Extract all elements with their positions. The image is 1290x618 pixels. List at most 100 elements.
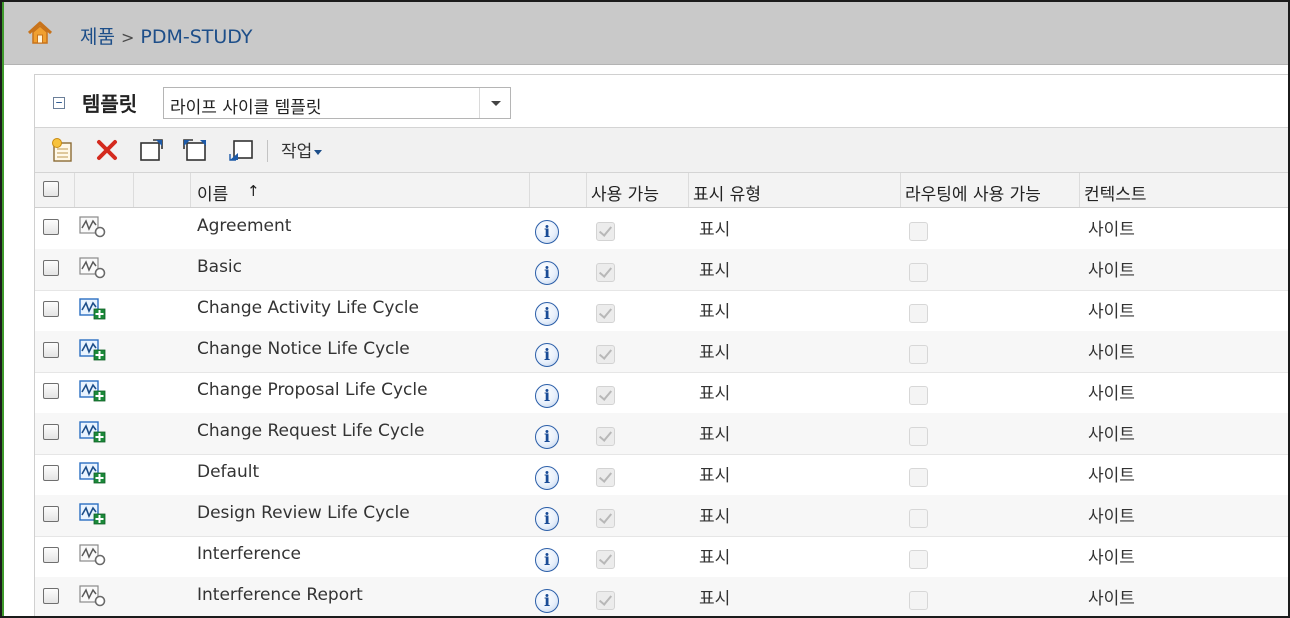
- display-type-value: 표시: [699, 261, 731, 281]
- checkmark-icon: [598, 305, 613, 319]
- new-template-icon[interactable]: [49, 136, 77, 164]
- enabled-checkbox: [596, 550, 615, 569]
- table-row[interactable]: Change Notice Life Cycle i 표시 사이트: [35, 331, 1288, 373]
- info-icon[interactable]: i: [535, 261, 559, 285]
- info-icon[interactable]: i: [535, 466, 559, 490]
- checkmark-icon: [598, 469, 613, 483]
- save-as-icon[interactable]: [227, 136, 255, 164]
- header-context[interactable]: 컨텍스트: [1080, 173, 1288, 207]
- routing-checkbox: [909, 591, 928, 610]
- info-icon[interactable]: i: [535, 343, 559, 367]
- breadcrumb-root-link[interactable]: 제품: [80, 26, 115, 48]
- table-row[interactable]: Change Proposal Life Cycle i 표시 사이트: [35, 372, 1288, 414]
- info-icon[interactable]: i: [535, 220, 559, 244]
- enabled-checkbox: [596, 263, 615, 282]
- table-row[interactable]: Change Activity Life Cycle i 표시 사이트: [35, 290, 1288, 332]
- caret-down-icon: [314, 149, 323, 155]
- table-header: 이름 ↑ 사용 가능 표시 유형 라우팅에 사용 가능 컨텍스트: [35, 173, 1288, 208]
- header-routing[interactable]: 라우팅에 사용 가능: [901, 173, 1080, 207]
- breadcrumb-current[interactable]: PDM-STUDY: [140, 26, 252, 48]
- export-icon[interactable]: [137, 136, 165, 164]
- display-type-value: 표시: [699, 507, 731, 527]
- template-name-link[interactable]: Default: [197, 462, 259, 482]
- table-row[interactable]: Change Request Life Cycle i 표시 사이트: [35, 413, 1288, 455]
- routing-checkbox: [909, 509, 928, 528]
- template-name-link[interactable]: Basic: [197, 257, 242, 277]
- lifecycle-advanced-icon: [79, 338, 107, 362]
- template-name-link[interactable]: Change Activity Life Cycle: [197, 298, 419, 318]
- template-name-link[interactable]: Design Review Life Cycle: [197, 503, 410, 523]
- lifecycle-basic-icon: [79, 256, 107, 280]
- table-row[interactable]: Basic i 표시 사이트: [35, 249, 1288, 291]
- header-icon-cell: [75, 173, 134, 207]
- header-display-type[interactable]: 표시 유형: [689, 173, 901, 207]
- row-checkbox[interactable]: [43, 260, 59, 276]
- template-name-link[interactable]: Change Request Life Cycle: [197, 421, 424, 441]
- info-icon[interactable]: i: [535, 425, 559, 449]
- row-checkbox[interactable]: [43, 383, 59, 399]
- enabled-checkbox: [596, 427, 615, 446]
- table-row[interactable]: Agreement i 표시 사이트: [35, 208, 1288, 250]
- enabled-checkbox: [596, 222, 615, 241]
- info-icon[interactable]: i: [535, 589, 559, 613]
- select-all-cell: [35, 173, 75, 207]
- toolbar-separator: [267, 140, 268, 162]
- template-dropdown[interactable]: 라이프 사이클 템플릿: [163, 87, 511, 119]
- row-checkbox[interactable]: [43, 547, 59, 563]
- checkmark-icon: [598, 551, 613, 565]
- row-checkbox[interactable]: [43, 506, 59, 522]
- routing-checkbox: [909, 304, 928, 323]
- display-type-value: 표시: [699, 589, 731, 609]
- info-icon[interactable]: i: [535, 548, 559, 572]
- display-type-value: 표시: [699, 343, 731, 363]
- delete-icon[interactable]: [93, 136, 121, 164]
- table-row[interactable]: Interference Report i 표시 사이트: [35, 577, 1288, 616]
- routing-checkbox: [909, 427, 928, 446]
- enabled-checkbox: [596, 468, 615, 487]
- routing-checkbox: [909, 345, 928, 364]
- routing-checkbox: [909, 386, 928, 405]
- enabled-checkbox: [596, 509, 615, 528]
- template-panel: − 템플릿 라이프 사이클 템플릿 작업 이름 ↑ 사용 가능 표시 유형 라우…: [34, 74, 1288, 616]
- row-checkbox[interactable]: [43, 588, 59, 604]
- header-display-type-label: 표시 유형: [693, 185, 761, 205]
- template-name-link[interactable]: Change Proposal Life Cycle: [197, 380, 428, 400]
- info-icon[interactable]: i: [535, 507, 559, 531]
- table-row[interactable]: Design Review Life Cycle i 표시 사이트: [35, 495, 1288, 537]
- checkmark-icon: [598, 510, 613, 524]
- table-row[interactable]: Interference i 표시 사이트: [35, 536, 1288, 578]
- routing-checkbox: [909, 468, 928, 487]
- template-name-link[interactable]: Agreement: [197, 216, 291, 236]
- header-name[interactable]: 이름 ↑: [191, 173, 530, 207]
- row-checkbox[interactable]: [43, 424, 59, 440]
- header-routing-label: 라우팅에 사용 가능: [905, 185, 1041, 205]
- context-value: 사이트: [1088, 507, 1135, 527]
- template-name-link[interactable]: Change Notice Life Cycle: [197, 339, 410, 359]
- row-checkbox[interactable]: [43, 219, 59, 235]
- template-name-link[interactable]: Interference Report: [197, 585, 363, 605]
- lifecycle-advanced-icon: [79, 297, 107, 321]
- window-accent-bar: [2, 2, 4, 616]
- collapse-icon[interactable]: −: [53, 97, 65, 109]
- routing-checkbox: [909, 222, 928, 241]
- header-info-cell: [530, 173, 587, 207]
- template-name-link[interactable]: Interference: [197, 544, 301, 564]
- lifecycle-advanced-icon: [79, 461, 107, 485]
- dropdown-arrow-button[interactable]: [479, 88, 510, 118]
- import-icon[interactable]: [181, 136, 209, 164]
- select-all-checkbox[interactable]: [43, 181, 59, 197]
- table-row[interactable]: Default i 표시 사이트: [35, 454, 1288, 496]
- info-icon[interactable]: i: [535, 384, 559, 408]
- display-type-value: 표시: [699, 384, 731, 404]
- sort-ascending-icon[interactable]: ↑: [247, 182, 260, 200]
- actions-menu-button[interactable]: 작업: [281, 137, 323, 162]
- checkmark-icon: [598, 264, 613, 278]
- row-checkbox[interactable]: [43, 342, 59, 358]
- home-icon[interactable]: [26, 20, 54, 46]
- info-icon[interactable]: i: [535, 302, 559, 326]
- display-type-value: 표시: [699, 220, 731, 240]
- row-checkbox[interactable]: [43, 301, 59, 317]
- row-checkbox[interactable]: [43, 465, 59, 481]
- header-enabled[interactable]: 사용 가능: [587, 173, 689, 207]
- context-value: 사이트: [1088, 589, 1135, 609]
